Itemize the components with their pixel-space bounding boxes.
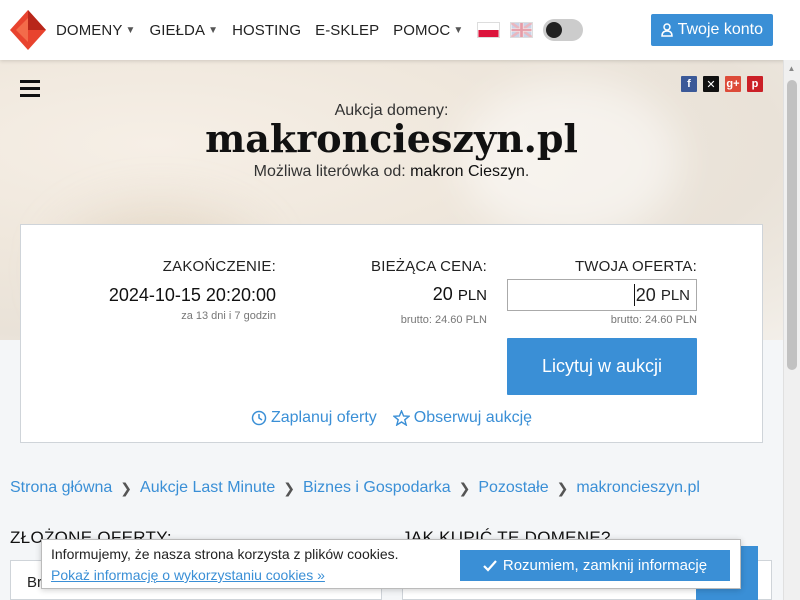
card-actions: Zaplanuj oferty Obserwuj aukcję bbox=[21, 409, 762, 427]
star-icon bbox=[392, 410, 410, 426]
scroll-up-arrow-icon[interactable]: ▲ bbox=[783, 60, 800, 77]
flag-uk-icon[interactable] bbox=[510, 22, 534, 38]
breadcrumb-category[interactable]: Biznes i Gospodarka bbox=[303, 479, 451, 497]
cookie-info-link[interactable]: Pokaż informację o wykorzystaniu cookies… bbox=[51, 567, 325, 583]
hamburger-menu-icon[interactable] bbox=[20, 80, 40, 97]
scrollbar-thumb[interactable] bbox=[787, 80, 797, 370]
flag-pl-icon[interactable] bbox=[477, 22, 501, 38]
breadcrumb: Strona główna ❯ Aukcje Last Minute ❯ Bizne… bbox=[10, 479, 700, 497]
end-value: 2024-10-15 20:20:00 bbox=[108, 285, 276, 305]
price-label: BIEŻĄCA CENA: bbox=[371, 258, 487, 275]
breadcrumb-subcategory[interactable]: Pozostałe bbox=[478, 479, 548, 497]
chevron-right-icon: ❯ bbox=[120, 479, 133, 496]
offers-panel-text: Br bbox=[27, 574, 42, 591]
nav-esklep[interactable]: E-SKLEP bbox=[315, 22, 379, 39]
chevron-down-icon: ▼ bbox=[208, 24, 219, 36]
end-remaining: za 13 dni i 7 godzin bbox=[181, 310, 276, 322]
nav-gielda[interactable]: GIEŁDA ▼ bbox=[149, 22, 218, 39]
auction-card: ZAKOŃCZENIE: 2024-10-15 20:20:00 za 13 d… bbox=[20, 224, 763, 443]
chevron-down-icon: ▼ bbox=[453, 24, 464, 36]
price-value: 20 PLN bbox=[432, 284, 487, 304]
user-icon bbox=[660, 23, 673, 37]
top-navbar: DOMENY ▼ GIEŁDA ▼ HOSTING E-SKLEP POMOC ▼ T… bbox=[0, 0, 800, 60]
account-button[interactable]: Twoje konto bbox=[650, 14, 773, 46]
chevron-down-icon: ▼ bbox=[125, 24, 136, 36]
toggle-knob bbox=[546, 22, 563, 38]
cookie-accept-button[interactable]: Rozumiem, zamknij informację bbox=[460, 550, 730, 581]
theme-toggle[interactable] bbox=[543, 19, 584, 41]
offer-input[interactable]: 20 PLN bbox=[507, 279, 697, 311]
logo-icon[interactable] bbox=[10, 8, 46, 52]
main-nav: DOMENY ▼ GIEŁDA ▼ HOSTING E-SKLEP POMOC ▼ bbox=[56, 0, 584, 60]
cookie-text: Informujemy, że nasza strona korzysta z … bbox=[51, 546, 399, 562]
chevron-right-icon: ❯ bbox=[556, 479, 569, 496]
pinterest-icon[interactable]: p bbox=[747, 76, 763, 92]
offer-gross: brutto: 24.60 PLN bbox=[610, 314, 697, 326]
domain-title: makroncieszyn.pl bbox=[205, 116, 578, 161]
text-caret bbox=[633, 284, 635, 306]
x-twitter-icon[interactable]: ✕ bbox=[703, 76, 719, 92]
breadcrumb-home[interactable]: Strona główna bbox=[10, 479, 112, 497]
bid-button[interactable]: Licytuj w aukcji bbox=[507, 338, 697, 395]
cookie-banner: Informujemy, że nasza strona korzysta z … bbox=[41, 539, 741, 589]
breadcrumb-last-minute[interactable]: Aukcje Last Minute bbox=[140, 479, 275, 497]
typo-value: makron Cieszyn bbox=[410, 163, 525, 180]
plan-offers-link[interactable]: Zaplanuj oferty bbox=[251, 409, 377, 427]
end-label: ZAKOŃCZENIE: bbox=[162, 258, 276, 275]
breadcrumb-current[interactable]: makroncieszyn.pl bbox=[576, 479, 700, 497]
watch-auction-link[interactable]: Obserwuj aukcję bbox=[392, 409, 532, 427]
clock-icon bbox=[251, 410, 267, 426]
chevron-right-icon: ❯ bbox=[458, 479, 471, 496]
typo-hint: Możliwa literówka od: makron Cieszyn. bbox=[253, 163, 530, 180]
google-plus-icon[interactable]: g+ bbox=[725, 76, 741, 92]
facebook-icon[interactable]: f bbox=[681, 76, 697, 92]
chevron-right-icon: ❯ bbox=[283, 479, 295, 496]
nav-pomoc[interactable]: POMOC ▼ bbox=[393, 22, 463, 39]
social-share: f ✕ g+ p bbox=[681, 76, 763, 92]
nav-hosting[interactable]: HOSTING bbox=[232, 22, 301, 39]
offer-label: TWOJA OFERTA: bbox=[574, 258, 697, 275]
nav-domeny[interactable]: DOMENY ▼ bbox=[56, 22, 135, 39]
checkmark-icon bbox=[483, 559, 497, 572]
price-gross: brutto: 24.60 PLN bbox=[400, 314, 487, 326]
